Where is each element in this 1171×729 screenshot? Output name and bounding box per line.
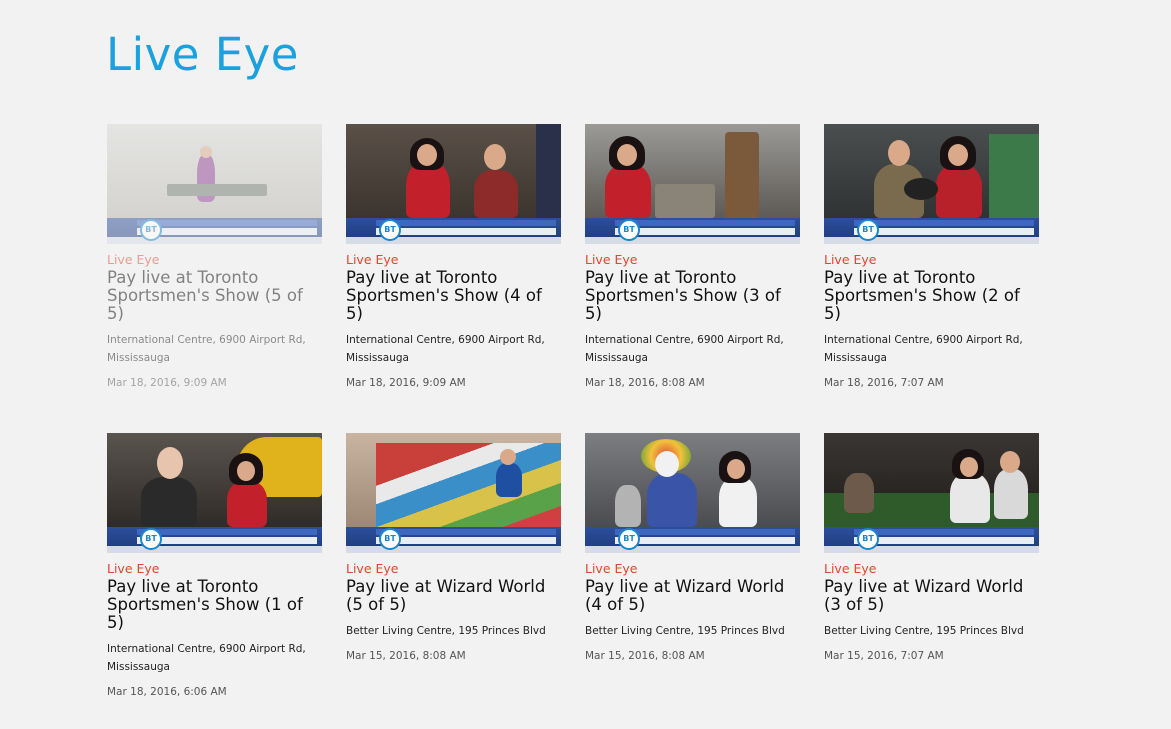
- video-card[interactable]: BT Live Eye Pay live at Toronto Sportsme…: [346, 124, 561, 390]
- channel-logo: BT: [379, 219, 401, 241]
- video-card[interactable]: BT Live Eye Pay live at Wizard World (5 …: [346, 433, 561, 663]
- channel-logo: BT: [618, 528, 640, 550]
- card-title[interactable]: Pay live at Wizard World (5 of 5): [346, 578, 561, 614]
- channel-logo: BT: [140, 528, 162, 550]
- card-date: Mar 15, 2016, 8:08 AM: [585, 650, 705, 662]
- card-location: Better Living Centre, 195 Princes Blvd: [585, 625, 785, 637]
- card-category[interactable]: Live Eye: [346, 561, 561, 576]
- video-card[interactable]: BT Live Eye Pay live at Wizard World (4 …: [585, 433, 800, 663]
- card-location: International Centre, 6900 Airport Rd, M…: [346, 334, 545, 364]
- card-date: Mar 18, 2016, 7:07 AM: [824, 377, 944, 389]
- card-date: Mar 18, 2016, 8:08 AM: [585, 377, 705, 389]
- channel-logo: BT: [618, 219, 640, 241]
- video-thumbnail[interactable]: BT: [585, 433, 800, 553]
- card-category[interactable]: Live Eye: [824, 252, 1039, 267]
- card-location: International Centre, 6900 Airport Rd, M…: [585, 334, 784, 364]
- card-location: Better Living Centre, 195 Princes Blvd: [346, 625, 546, 637]
- video-thumbnail[interactable]: BT: [824, 124, 1039, 244]
- card-date: Mar 18, 2016, 9:09 AM: [346, 377, 466, 389]
- channel-logo: BT: [857, 219, 879, 241]
- video-card[interactable]: BT Live Eye Pay live at Wizard World (3 …: [824, 433, 1039, 663]
- page-title: Live Eye: [106, 28, 299, 81]
- card-location: Better Living Centre, 195 Princes Blvd: [824, 625, 1024, 637]
- card-location: International Centre, 6900 Airport Rd, M…: [107, 334, 306, 364]
- card-title[interactable]: Pay live at Toronto Sportsmen's Show (3 …: [585, 269, 800, 323]
- card-title[interactable]: Pay live at Wizard World (4 of 5): [585, 578, 800, 614]
- video-thumbnail[interactable]: BT: [346, 433, 561, 553]
- card-date: Mar 15, 2016, 7:07 AM: [824, 650, 944, 662]
- card-date: Mar 18, 2016, 9:09 AM: [107, 377, 227, 389]
- card-date: Mar 15, 2016, 8:08 AM: [346, 650, 466, 662]
- card-category[interactable]: Live Eye: [346, 252, 561, 267]
- video-card[interactable]: BT Live Eye Pay live at Toronto Sportsme…: [107, 124, 322, 390]
- video-card[interactable]: BT Live Eye Pay live at Toronto Sportsme…: [824, 124, 1039, 390]
- video-card[interactable]: BT Live Eye Pay live at Toronto Sportsme…: [107, 433, 322, 699]
- card-location: International Centre, 6900 Airport Rd, M…: [824, 334, 1023, 364]
- card-title[interactable]: Pay live at Toronto Sportsmen's Show (2 …: [824, 269, 1039, 323]
- card-title[interactable]: Pay live at Toronto Sportsmen's Show (1 …: [107, 578, 322, 632]
- card-category[interactable]: Live Eye: [585, 561, 800, 576]
- card-title[interactable]: Pay live at Toronto Sportsmen's Show (4 …: [346, 269, 561, 323]
- video-thumbnail[interactable]: BT: [346, 124, 561, 244]
- channel-logo: BT: [857, 528, 879, 550]
- video-thumbnail[interactable]: BT: [107, 124, 322, 244]
- video-card[interactable]: BT Live Eye Pay live at Toronto Sportsme…: [585, 124, 800, 390]
- video-thumbnail[interactable]: BT: [107, 433, 322, 553]
- card-category[interactable]: Live Eye: [107, 561, 322, 576]
- card-title[interactable]: Pay live at Toronto Sportsmen's Show (5 …: [107, 269, 322, 323]
- card-location: International Centre, 6900 Airport Rd, M…: [107, 643, 306, 673]
- card-date: Mar 18, 2016, 6:06 AM: [107, 686, 227, 698]
- video-thumbnail[interactable]: BT: [824, 433, 1039, 553]
- card-category[interactable]: Live Eye: [585, 252, 800, 267]
- card-category[interactable]: Live Eye: [824, 561, 1039, 576]
- video-thumbnail[interactable]: BT: [585, 124, 800, 244]
- card-category[interactable]: Live Eye: [107, 252, 322, 267]
- channel-logo: BT: [140, 219, 162, 241]
- card-title[interactable]: Pay live at Wizard World (3 of 5): [824, 578, 1039, 614]
- channel-logo: BT: [379, 528, 401, 550]
